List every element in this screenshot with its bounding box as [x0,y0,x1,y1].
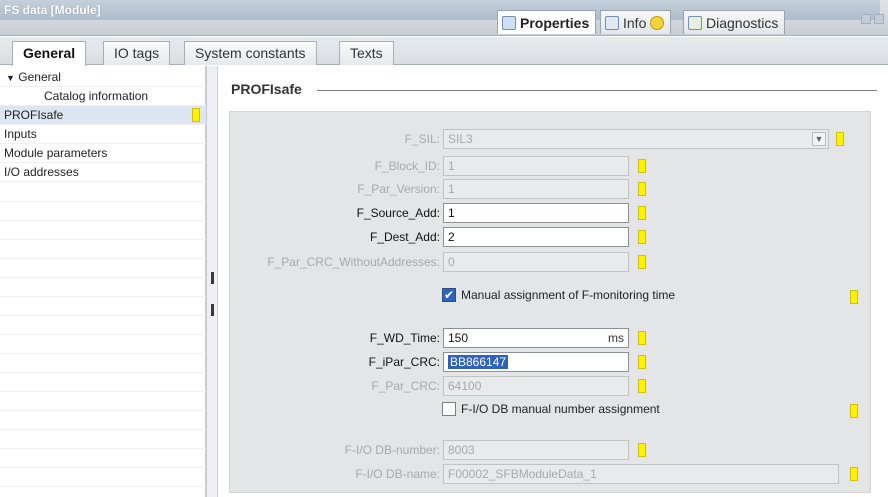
manual-monitoring-label: Manual assignment of F-monitoring time [461,288,676,302]
diagnostics-icon [688,15,702,30]
nav-item-inputs[interactable]: Inputs [0,125,206,144]
divider [0,258,206,259]
attention-marker-icon [638,255,646,269]
section-divider [317,90,877,91]
f-wd-time-label: F_WD_Time: [369,331,440,345]
fio-db-number-field[interactable]: 8003 [443,440,629,460]
fio-db-name-field[interactable]: F00002_SFBModuleData_1 [443,464,839,484]
fio-db-manual-label: F-I/O DB manual number assignment [461,402,660,416]
section-title: PROFIsafe [231,81,302,97]
info-icon [650,15,665,30]
divider [0,448,206,449]
tab-system-constants[interactable]: System constants [184,41,317,65]
nav-item-label: PROFIsafe [4,108,64,122]
divider [0,467,206,468]
divider [0,239,206,240]
f-dest-add-field[interactable]: 2 [443,227,629,247]
attention-marker-icon [836,132,844,146]
title-bar: FS data [Module] Properties Info Diagnos… [0,0,888,36]
attention-marker-icon [638,230,646,244]
tab-io-tags[interactable]: IO tags [103,41,171,65]
f-dest-add-label: F_Dest_Add: [369,230,440,244]
tab-diagnostics[interactable]: Diagnostics [683,10,786,34]
f-par-version-field[interactable]: 1 [443,179,629,199]
f-wd-time-unit: ms [608,331,624,345]
tab-info-label: Info [623,14,647,31]
f-source-add-field[interactable]: 1 [443,203,629,223]
attention-marker-icon [638,159,646,173]
f-ipar-crc-label: F_iPar_CRC: [368,355,440,369]
f-wd-time-field[interactable]: 150 ms [443,328,629,348]
attention-marker-icon [850,467,858,481]
f-block-id-field[interactable]: 1 [443,156,629,176]
f-par-crc-field[interactable]: 64100 [443,376,629,396]
fio-db-name-label: F-I/O DB-name: [355,467,440,481]
divider [0,201,206,202]
f-source-add-label: F_Source_Add: [356,206,440,220]
profisafe-panel: F_SIL: SIL3 ▼ F_Block_ID: 1 F_Par_Versio… [229,111,871,493]
nav-item-general[interactable]: ▼ General [0,68,206,87]
f-par-crc-label: F_Par_CRC: [371,379,440,393]
f-par-crc-wo-field[interactable]: 0 [443,252,629,272]
collapse-left-icon[interactable] [211,272,214,284]
tab-info[interactable]: Info [600,10,672,34]
tab-properties[interactable]: Properties [497,10,597,34]
f-block-id-label: F_Block_ID: [374,159,440,173]
divider [0,296,206,297]
attention-marker-icon [638,443,646,457]
attention-marker-icon [850,404,858,418]
fio-db-manual-row[interactable]: F-I/O DB manual number assignment [442,402,660,416]
manual-monitoring-checkbox[interactable]: ✔ [442,288,456,302]
f-ipar-crc-value: BB866147 [448,355,509,369]
attention-marker-icon [638,355,646,369]
tab-diagnostics-label: Diagnostics [706,14,779,31]
tab-properties-label: Properties [520,14,590,31]
nav-item-label: General [18,70,61,84]
f-ipar-crc-field[interactable]: BB866147 [443,352,629,372]
nav-item-catalog-information[interactable]: Catalog information [0,87,206,106]
maximize-icon[interactable] [874,14,884,24]
f-par-crc-wo-label: F_Par_CRC_WithoutAddresses: [267,255,440,269]
divider [0,410,206,411]
divider [0,429,206,430]
manual-monitoring-row[interactable]: ✔ Manual assignment of F-monitoring time [442,288,675,302]
divider [0,315,206,316]
splitter[interactable] [206,66,218,497]
attention-marker-icon [638,206,646,220]
f-sil-label: F_SIL: [404,132,440,146]
divider [0,220,206,221]
divider [0,372,206,373]
divider [0,353,206,354]
float-icon[interactable] [861,14,871,24]
nav-item-module-parameters[interactable]: Module parameters [0,144,206,163]
f-sil-select[interactable]: SIL3 ▼ [443,129,829,149]
nav-item-profisafe[interactable]: PROFIsafe [0,106,206,125]
chevron-down-icon: ▼ [6,73,15,83]
f-wd-time-value: 150 [448,331,469,345]
divider [0,486,206,487]
divider [0,391,206,392]
attention-marker-icon [192,108,200,122]
attention-marker-icon [638,331,646,345]
divider [0,334,206,335]
tab-general[interactable]: General [12,41,87,66]
fio-db-number-label: F-I/O DB-number: [344,443,440,457]
f-sil-value: SIL3 [448,132,473,146]
collapse-right-icon[interactable] [211,304,214,316]
attention-marker-icon [850,290,858,304]
properties-pane: PROFIsafe F_SIL: SIL3 ▼ F_Block_ID: 1 F_… [219,66,888,497]
info-arrow-icon [605,15,619,30]
attention-marker-icon [638,379,646,393]
left-nav: ▼ General Catalog information PROFIsafe … [0,66,206,497]
tab-texts[interactable]: Texts [339,41,394,65]
attention-marker-icon [638,182,646,196]
nav-item-io-addresses[interactable]: I/O addresses [0,163,206,182]
f-par-version-label: F_Par_Version: [357,182,440,196]
divider [0,277,206,278]
fio-db-manual-checkbox[interactable] [442,402,456,416]
window-controls [861,14,884,24]
properties-icon [502,15,516,30]
chevron-down-icon[interactable]: ▼ [812,132,826,146]
tab-row: General IO tags System constants Texts [0,37,888,66]
